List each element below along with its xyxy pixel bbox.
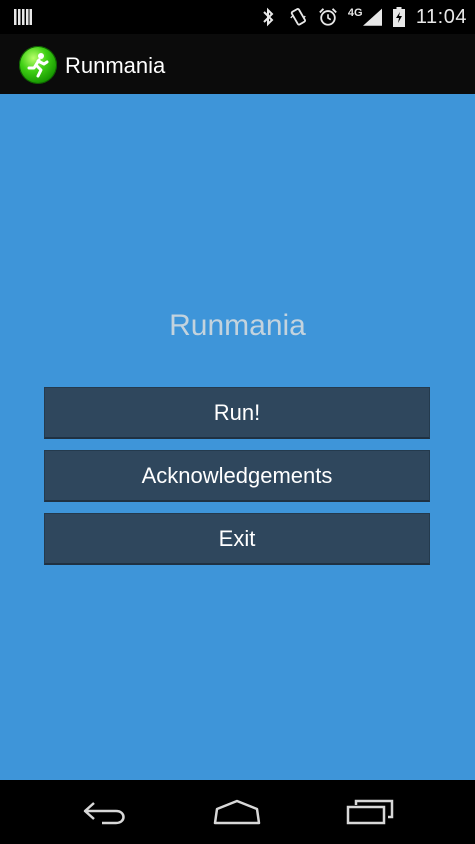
exit-button[interactable]: Exit bbox=[44, 513, 430, 565]
main-menu: Runmania Run! Acknowledgements Exit bbox=[0, 94, 475, 780]
network-type-label: 4G bbox=[347, 7, 363, 19]
menu-title: Runmania bbox=[169, 309, 306, 342]
signal-icon: 4G bbox=[348, 7, 382, 27]
bluetooth-icon bbox=[258, 7, 278, 27]
acknowledgements-button[interactable]: Acknowledgements bbox=[44, 450, 430, 502]
navigation-bar bbox=[0, 780, 475, 844]
run-button[interactable]: Run! bbox=[44, 387, 430, 439]
status-bar: 4G 11:04 bbox=[0, 0, 475, 34]
recent-apps-icon[interactable] bbox=[340, 796, 400, 828]
vibrate-icon bbox=[288, 7, 308, 27]
action-bar: Runmania bbox=[0, 34, 475, 94]
notification-icon bbox=[14, 8, 32, 26]
runner-app-icon[interactable] bbox=[19, 46, 57, 84]
back-icon[interactable] bbox=[75, 796, 135, 828]
app-title: Runmania bbox=[65, 53, 166, 78]
battery-icon bbox=[392, 7, 406, 27]
alarm-icon bbox=[318, 7, 338, 27]
home-icon[interactable] bbox=[207, 796, 267, 828]
clock: 11:04 bbox=[415, 5, 467, 28]
